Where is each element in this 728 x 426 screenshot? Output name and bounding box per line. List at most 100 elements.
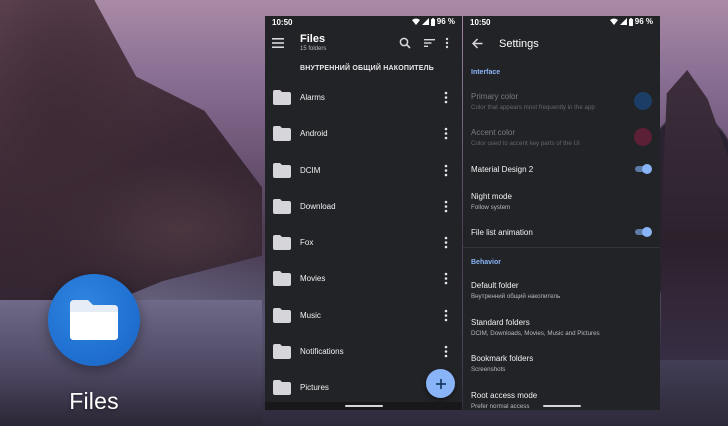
battery-icon — [628, 17, 633, 26]
page-title: Settings — [499, 38, 539, 50]
more-vert-icon[interactable] — [444, 309, 448, 322]
pref-summary: Color that appears most frequently in th… — [471, 104, 595, 111]
section-header-behavior: Behavior — [471, 259, 501, 266]
folder-name: Android — [300, 129, 328, 139]
search-icon[interactable] — [399, 37, 411, 49]
more-vert-icon[interactable] — [444, 236, 448, 249]
pref-bookmark-folders[interactable]: Bookmark folders Screenshots — [471, 354, 652, 373]
pref-standard-folders[interactable]: Standard folders DCIM, Downloads, Movies… — [471, 318, 652, 337]
primary-color-swatch — [634, 92, 652, 110]
pref-night-mode[interactable]: Night mode Follow system — [471, 192, 652, 211]
switch-thumb — [642, 164, 652, 174]
folder-row-android[interactable]: Android — [265, 116, 462, 152]
gesture-nav-bar[interactable] — [463, 402, 660, 410]
folder-row-dcim[interactable]: DCIM — [265, 153, 462, 189]
signal-icon — [421, 18, 429, 25]
wifi-icon — [609, 18, 618, 25]
pref-title: Root access mode — [471, 391, 538, 400]
pref-summary: Screenshots — [471, 366, 506, 373]
folder-list: Alarms Android DCIM Download Fox Movies — [265, 80, 462, 407]
folder-icon — [273, 344, 291, 360]
status-time: 10:50 — [272, 18, 293, 27]
folder-name: Fox — [300, 238, 314, 248]
accent-color-swatch — [634, 128, 652, 146]
add-button[interactable] — [426, 369, 455, 398]
folder-row-alarms[interactable]: Alarms — [265, 80, 462, 116]
more-vert-icon[interactable] — [444, 91, 448, 104]
files-app-shortcut[interactable]: Files — [48, 274, 140, 414]
battery-icon — [430, 17, 435, 26]
files-toolbar: Files 15 folders — [265, 30, 462, 58]
folder-row-notifications[interactable]: Notifications — [265, 334, 462, 370]
pref-accent-color[interactable]: Accent color Color used to accent key pa… — [471, 128, 652, 147]
pref-summary: Внутренний общий накопитель — [471, 293, 561, 300]
file-list-animation-switch[interactable] — [634, 227, 652, 237]
folder-count: 15 folders — [300, 46, 327, 52]
gesture-nav-bar[interactable] — [265, 402, 462, 410]
more-vert-icon[interactable] — [444, 200, 448, 213]
material-design-2-switch[interactable] — [634, 164, 652, 174]
pref-summary: Follow system — [471, 204, 511, 211]
status-bar: 10:50 96 % — [265, 16, 462, 28]
folder-name: Pictures — [300, 383, 329, 393]
folder-row-music[interactable]: Music — [265, 298, 462, 334]
folder-name: Music — [300, 310, 321, 320]
folder-name: Download — [300, 201, 336, 211]
pref-title: Default folder — [471, 281, 519, 290]
pref-title: File list animation — [471, 228, 533, 237]
pref-primary-color[interactable]: Primary color Color that appears most fr… — [471, 92, 652, 111]
storage-location-label: ВНУТРЕННИЙ ОБЩИЙ НАКОПИТЕЛЬ — [300, 65, 434, 72]
more-vert-icon[interactable] — [444, 345, 448, 358]
pref-file-list-animation[interactable]: File list animation — [471, 227, 652, 237]
folder-icon — [273, 271, 291, 287]
menu-icon[interactable] — [272, 38, 284, 48]
folder-row-download[interactable]: Download — [265, 189, 462, 225]
folder-row-fox[interactable]: Fox — [265, 225, 462, 261]
folder-icon — [273, 235, 291, 251]
wifi-icon — [411, 18, 420, 25]
folder-row-movies[interactable]: Movies — [265, 261, 462, 297]
status-time: 10:50 — [470, 18, 491, 27]
pref-title: Material Design 2 — [471, 165, 534, 174]
more-vert-icon[interactable] — [444, 127, 448, 140]
pref-title: Night mode — [471, 192, 512, 201]
folder-icon — [273, 162, 291, 178]
status-icons: 96 % — [609, 17, 653, 26]
pref-default-folder[interactable]: Default folder Внутренний общий накопите… — [471, 281, 652, 300]
pref-material-design-2[interactable]: Material Design 2 — [471, 164, 652, 174]
files-screen: 10:50 96 % Files 15 folders ВНУТРЕННИЙ О… — [265, 16, 462, 410]
settings-toolbar: Settings — [463, 30, 660, 58]
page-title: Files — [300, 33, 326, 45]
pref-summary: Color used to accent key parts of the UI — [471, 140, 580, 147]
folder-icon — [273, 307, 291, 323]
status-bar: 10:50 96 % — [463, 16, 660, 28]
pref-title: Accent color — [471, 128, 516, 137]
switch-thumb — [642, 227, 652, 237]
plus-icon — [435, 378, 446, 389]
app-label: Files — [69, 388, 119, 414]
more-vert-icon[interactable] — [445, 37, 449, 49]
battery-percent: 96 % — [436, 17, 455, 26]
back-arrow-icon[interactable] — [472, 38, 483, 49]
more-vert-icon[interactable] — [444, 164, 448, 177]
status-icons: 96 % — [411, 17, 455, 26]
pref-title: Standard folders — [471, 318, 530, 327]
pref-summary: DCIM, Downloads, Movies, Music and Pictu… — [471, 330, 600, 337]
folder-name: DCIM — [300, 165, 321, 175]
pref-title: Bookmark folders — [471, 354, 534, 363]
settings-screen: 10:50 96 % Settings Interface Primary co… — [463, 16, 660, 410]
folder-name: Movies — [300, 274, 326, 284]
folder-icon — [273, 198, 291, 214]
folder-icon — [273, 90, 291, 105]
files-app-icon[interactable] — [48, 274, 140, 366]
folder-name: Alarms — [300, 93, 325, 102]
folder-name: Notifications — [300, 347, 344, 357]
section-divider — [463, 247, 660, 248]
signal-icon — [619, 18, 627, 25]
sort-icon[interactable] — [424, 37, 436, 49]
folder-icon — [70, 300, 118, 340]
pref-title: Primary color — [471, 92, 519, 101]
folder-icon — [273, 126, 291, 142]
more-vert-icon[interactable] — [444, 272, 448, 285]
battery-percent: 96 % — [634, 17, 653, 26]
